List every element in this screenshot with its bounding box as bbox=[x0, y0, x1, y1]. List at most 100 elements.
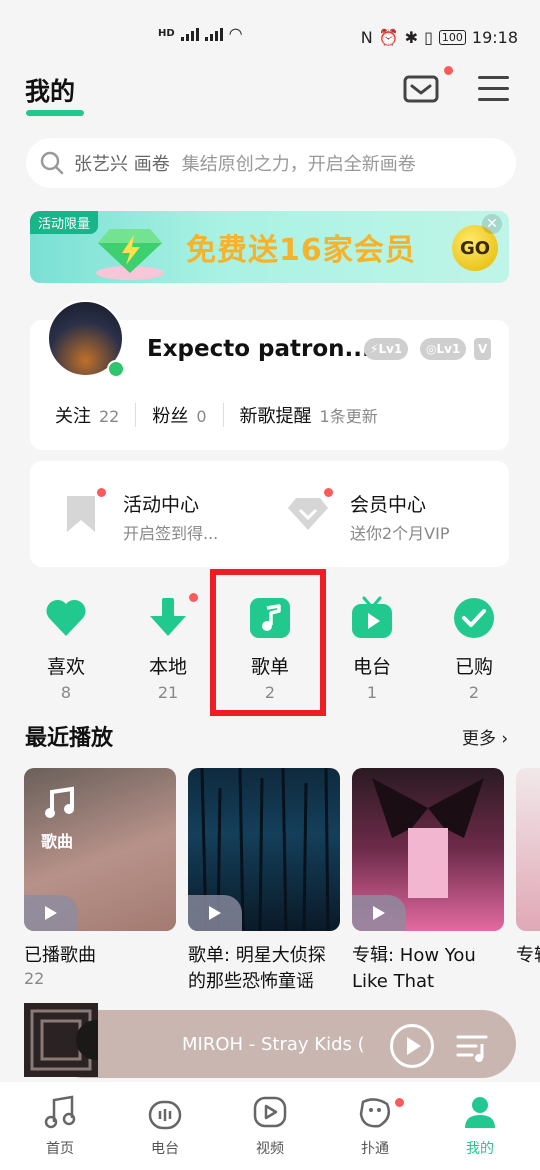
recent-card[interactable]: 专辑 wit bbox=[516, 768, 540, 969]
music-note-icon bbox=[45, 786, 74, 818]
download-icon bbox=[150, 598, 186, 636]
stat-follow[interactable]: 关注 22 bbox=[55, 402, 119, 428]
vip-level-icon[interactable]: V bbox=[474, 338, 492, 360]
nav-radio[interactable]: 电台 bbox=[120, 1094, 210, 1158]
diamond-icon bbox=[96, 229, 164, 280]
notification-dot bbox=[189, 593, 198, 602]
shortcut-count: 21 bbox=[157, 683, 179, 702]
search-icon bbox=[40, 151, 64, 175]
cover-image bbox=[188, 768, 340, 931]
playlist-icon[interactable] bbox=[456, 1030, 490, 1064]
listen-level-badge-icon[interactable]: ◎ Lv1 bbox=[420, 338, 467, 360]
nfc-icon: N bbox=[360, 28, 373, 47]
level-badge-icon[interactable]: ⚡ Lv1 bbox=[364, 338, 409, 360]
user-icon bbox=[465, 1097, 495, 1128]
vip-badge-icon bbox=[107, 360, 125, 378]
shortcut-label: 电台 bbox=[352, 656, 391, 678]
shortcut-count: 8 bbox=[60, 683, 72, 702]
member-center-subtitle: 送你2个月VIP bbox=[350, 524, 450, 543]
shortcut-radio[interactable]: 电台 1 bbox=[322, 590, 422, 702]
play-icon[interactable] bbox=[24, 895, 78, 931]
nav-label: 电台 bbox=[151, 1141, 179, 1157]
heart-icon bbox=[46, 599, 86, 636]
nav-video[interactable]: 视频 bbox=[225, 1094, 315, 1158]
menu-button[interactable] bbox=[478, 76, 509, 102]
cover-image bbox=[352, 768, 504, 931]
signal-icon bbox=[180, 27, 199, 41]
stat-new-songs[interactable]: 新歌提醒 1条更新 bbox=[240, 402, 378, 428]
search-bar[interactable]: 张艺兴 画卷 集结原创之力，开启全新画卷 bbox=[26, 138, 516, 188]
recent-card[interactable]: 歌曲 已播歌曲 22 bbox=[24, 768, 176, 988]
notification-dot bbox=[97, 488, 106, 497]
social-icon bbox=[359, 1098, 390, 1128]
shortcut-count: 1 bbox=[366, 683, 378, 702]
vibrate-icon: ▯ bbox=[424, 28, 433, 47]
play-icon[interactable] bbox=[352, 895, 406, 931]
status-bar: HD ◠ N ⏰ ✱ ▯ 100 19:18 bbox=[0, 0, 540, 78]
highlight-box bbox=[210, 569, 326, 716]
recent-section-title: 最近播放 bbox=[25, 726, 114, 751]
stat-fans[interactable]: 粉丝 0 bbox=[152, 402, 206, 428]
recent-card-title: 专辑 wit bbox=[516, 945, 540, 966]
nav-home[interactable]: 首页 bbox=[15, 1094, 105, 1158]
profile-stats: 关注 22 粉丝 0 新歌提醒 1条更新 bbox=[55, 402, 495, 428]
nav-social[interactable]: 扑通 bbox=[330, 1094, 420, 1158]
close-icon[interactable]: ✕ bbox=[482, 214, 502, 234]
radio-tv-icon bbox=[352, 596, 392, 638]
recent-card[interactable]: 歌单: 明星大侦探的那些恐怖童谣 bbox=[188, 768, 340, 995]
nav-label: 我的 bbox=[466, 1141, 494, 1157]
nav-label: 扑通 bbox=[361, 1141, 389, 1157]
shortcut-count: 2 bbox=[468, 683, 480, 702]
check-circle-icon bbox=[454, 598, 494, 638]
play-button[interactable] bbox=[390, 1024, 434, 1068]
play-icon bbox=[407, 1037, 421, 1055]
music-note-icon bbox=[44, 1095, 76, 1129]
shortcut-local[interactable]: 本地 21 bbox=[118, 590, 218, 702]
shortcut-label: 已购 bbox=[454, 656, 493, 678]
promo-banner[interactable]: 活动限量 免费送16家会员 GO bbox=[30, 211, 509, 283]
mail-icon[interactable] bbox=[403, 74, 439, 104]
activity-card bbox=[30, 461, 509, 567]
title-underline bbox=[26, 110, 84, 116]
recent-card-title: 已播歌曲 bbox=[24, 945, 96, 966]
notification-dot bbox=[324, 488, 333, 497]
recent-more-link[interactable]: 更多 › bbox=[462, 724, 508, 749]
play-icon[interactable] bbox=[188, 895, 242, 931]
notification-dot bbox=[395, 1098, 404, 1107]
video-play-icon bbox=[253, 1096, 287, 1128]
signal-icon-2 bbox=[204, 27, 223, 41]
chevron-right-icon: › bbox=[501, 729, 509, 749]
cover-label: 歌曲 bbox=[41, 832, 74, 851]
cover-image: 歌曲 bbox=[24, 768, 176, 931]
shortcut-like[interactable]: 喜欢 8 bbox=[16, 590, 116, 702]
activity-center-subtitle: 开启签到得... bbox=[123, 524, 219, 543]
shortcut-label: 本地 bbox=[148, 656, 187, 678]
bluetooth-icon: ✱ bbox=[404, 28, 419, 47]
hd-icon: HD bbox=[158, 28, 175, 39]
username[interactable]: Expecto patron... bbox=[147, 336, 371, 362]
nav-mine[interactable]: 我的 bbox=[435, 1094, 525, 1158]
member-center-title[interactable]: 会员中心 bbox=[350, 490, 426, 517]
bookmark-icon bbox=[67, 496, 95, 532]
nav-label: 首页 bbox=[46, 1141, 74, 1157]
recent-card-title: 歌单: 明星大侦探的那些恐怖童谣 bbox=[188, 945, 326, 992]
notification-dot bbox=[444, 66, 453, 75]
player-cover-image[interactable] bbox=[24, 1003, 116, 1077]
recent-card-title: 专辑: How You Like That bbox=[352, 945, 476, 992]
status-left: HD ◠ bbox=[158, 24, 243, 43]
player-track-title: MIROH - Stray Kids ( bbox=[182, 1034, 365, 1055]
alarm-icon: ⏰ bbox=[378, 28, 399, 47]
radio-icon bbox=[148, 1100, 182, 1130]
page-title: 我的 bbox=[25, 77, 76, 106]
vip-diamond-icon bbox=[288, 498, 328, 530]
wifi-icon: ◠ bbox=[228, 24, 243, 43]
shortcut-purchased[interactable]: 已购 2 bbox=[424, 590, 524, 702]
banner-tag: 活动限量 bbox=[30, 211, 99, 234]
recent-card[interactable]: 专辑: How You Like That bbox=[352, 768, 504, 995]
nav-label: 视频 bbox=[256, 1141, 284, 1157]
banner-text: 免费送16家会员 bbox=[186, 233, 416, 268]
search-placeholder: 张艺兴 画卷 集结原创之力，开启全新画卷 bbox=[74, 154, 416, 175]
status-right: N ⏰ ✱ ▯ 100 19:18 bbox=[361, 28, 518, 47]
recent-card-count: 22 bbox=[24, 969, 45, 988]
activity-center-title[interactable]: 活动中心 bbox=[123, 490, 199, 517]
